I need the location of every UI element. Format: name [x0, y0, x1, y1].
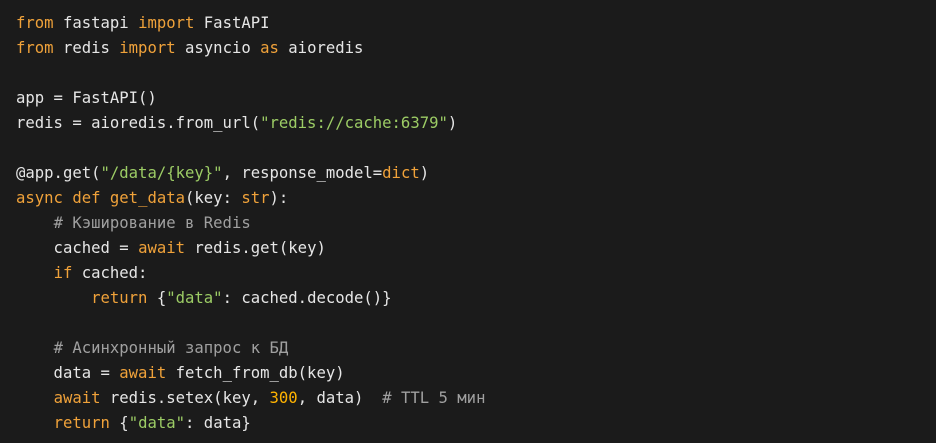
code-line: from fastapi import FastAPI: [16, 11, 936, 36]
code-text: redis: [53, 39, 120, 57]
code-text: aioredis: [278, 39, 364, 57]
code-keyword: await: [119, 364, 167, 382]
code-text: ): [447, 114, 458, 132]
code-keyword: await: [138, 239, 186, 257]
code-text: asyncio: [175, 39, 261, 57]
code-text: redis.get(key): [185, 239, 326, 257]
code-line: from redis import asyncio as aioredis: [16, 36, 936, 61]
code-keyword: as: [260, 39, 279, 57]
code-keyword: return: [91, 289, 148, 307]
code-text: (key:: [185, 189, 242, 207]
code-line: # Асинхронный запрос к БД: [16, 336, 936, 361]
code-line: async def get_data(key: str):: [16, 186, 936, 211]
code-text: FastAPI: [194, 14, 270, 32]
code-text: fastapi: [53, 14, 139, 32]
code-text: : cached.decode()}: [222, 289, 392, 307]
code-line: data = await fetch_from_db(key): [16, 361, 936, 386]
code-text: fetch_from_db(key): [166, 364, 345, 382]
code-text: cached:: [72, 264, 148, 282]
code-keyword: async: [16, 189, 63, 207]
code-keyword: import: [138, 14, 195, 32]
code-keyword: str: [241, 189, 270, 207]
code-text: cached =: [16, 239, 139, 257]
code-line: await redis.setex(key, 300, data) # TTL …: [16, 386, 936, 411]
code-line: @app.get("/data/{key}", response_model=d…: [16, 161, 936, 186]
code-block: from fastapi import FastAPI from redis im…: [0, 0, 936, 443]
code-text: data =: [16, 364, 120, 382]
code-text: redis.setex(key,: [100, 389, 270, 407]
code-string: "redis://cache:6379": [260, 114, 448, 132]
code-string: "/data/{key}": [100, 164, 223, 182]
code-text: ):: [269, 189, 289, 207]
code-line: app = FastAPI(): [16, 86, 936, 111]
code-comment: # Кэширование в Redis: [53, 214, 251, 232]
code-text: @app.get(: [16, 164, 101, 182]
code-string: "data": [128, 414, 186, 432]
code-line: return {"data": cached.decode()}: [16, 286, 936, 311]
code-line: redis = aioredis.from_url("redis://cache…: [16, 111, 936, 136]
code-keyword: await: [53, 389, 101, 407]
code-text: : data}: [185, 414, 251, 432]
code-string: "data": [166, 289, 223, 307]
code-comment: # Асинхронный запрос к БД: [53, 339, 289, 357]
code-keyword: from: [16, 14, 54, 32]
code-keyword: def: [72, 189, 101, 207]
code-keyword: dict: [382, 164, 420, 182]
code-keyword: return: [53, 414, 110, 432]
code-text: ): [419, 164, 430, 182]
code-number: 300: [269, 389, 298, 407]
code-keyword: if: [53, 264, 73, 282]
code-text: {: [109, 414, 129, 432]
code-comment: # TTL 5 мин: [382, 389, 486, 407]
code-line: return {"data": data}: [16, 411, 936, 436]
code-keyword: import: [119, 39, 176, 57]
code-text: {: [147, 289, 167, 307]
code-text: , response_model=: [222, 164, 383, 182]
code-text: app = FastAPI(): [16, 89, 157, 107]
code-text: , data): [297, 389, 383, 407]
code-keyword: from: [16, 39, 54, 57]
code-line: cached = await redis.get(key): [16, 236, 936, 261]
code-lines: from fastapi import FastAPI from redis im…: [16, 11, 936, 436]
code-line: if cached:: [16, 261, 936, 286]
code-text: redis = aioredis.from_url(: [16, 114, 261, 132]
code-line: # Кэширование в Redis: [16, 211, 936, 236]
code-keyword: get_data: [109, 189, 186, 207]
